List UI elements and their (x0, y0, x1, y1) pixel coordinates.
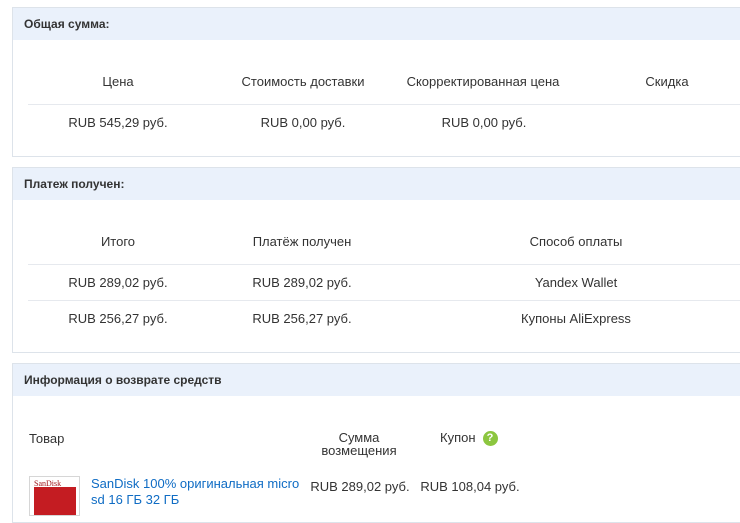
row1-method: Yandex Wallet (534, 275, 618, 290)
item-refund-amount: RUB 289,02 руб. (310, 479, 410, 494)
question-circle-icon[interactable]: ? (482, 431, 498, 447)
payment-method-column-header: Способ оплаты (529, 234, 623, 249)
refund-info-panel: Информация о возврате средств Товар Сумм… (12, 363, 740, 523)
coupon-column-header: Купон? (440, 430, 498, 447)
refund-amount-header-line2: возмещения (321, 443, 397, 458)
divider (28, 300, 740, 301)
adjusted-price-column-header: Скорректированная цена (406, 74, 560, 89)
product-title-line1: SanDisk 100% оригинальная micro (91, 476, 300, 491)
total-amount-title: Общая сумма: (13, 8, 740, 40)
divider (28, 104, 740, 105)
refund-amount-column-header: Сумма возмещения (309, 431, 409, 457)
shipping-column-header: Стоимость доставки (241, 74, 365, 89)
product-column-header: Товар (29, 431, 65, 446)
refund-info-title: Информация о возврате средств (13, 364, 740, 396)
payment-received-title: Платеж получен: (13, 168, 740, 200)
adjusted-price-value: RUB 0,00 руб. (441, 115, 527, 130)
coupon-column-label: Купон (440, 430, 476, 445)
discount-column-header: Скидка (645, 74, 689, 89)
total-amount-panel: Общая сумма: Цена Стоимость доставки Ско… (12, 7, 740, 157)
product-title-line2: sd 16 ГБ 32 ГБ (91, 492, 180, 507)
sd-card-image (34, 487, 76, 515)
row1-total: RUB 289,02 руб. (68, 275, 168, 290)
row2-paid: RUB 256,27 руб. (252, 311, 352, 326)
shipping-value: RUB 0,00 руб. (260, 115, 346, 130)
row2-method: Купоны AliExpress (521, 311, 631, 326)
item-coupon-amount: RUB 108,04 руб. (420, 479, 520, 494)
payment-received-panel: Платеж получен: Итого Платёж получен Спо… (12, 167, 740, 353)
divider (28, 264, 740, 265)
price-value: RUB 545,29 руб. (68, 115, 168, 130)
row1-paid: RUB 289,02 руб. (252, 275, 352, 290)
price-column-header: Цена (102, 74, 134, 89)
payment-received-column-header: Платёж получен (252, 234, 352, 249)
row2-total: RUB 256,27 руб. (68, 311, 168, 326)
total-column-header: Итого (100, 234, 136, 249)
product-thumbnail[interactable]: SanDisk (29, 476, 80, 516)
product-title-link[interactable]: SanDisk 100% оригинальная micro sd 16 ГБ… (91, 476, 306, 508)
